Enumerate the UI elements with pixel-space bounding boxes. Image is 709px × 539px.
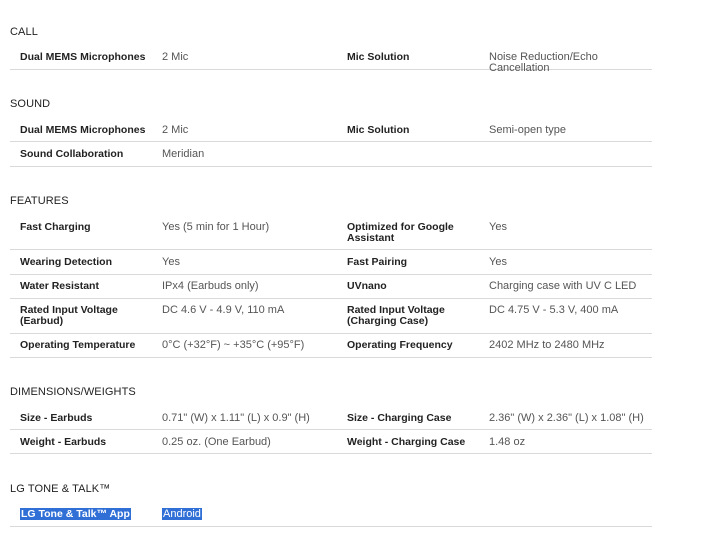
- spec-label: Rated Input Voltage (Earbud): [20, 304, 118, 327]
- spec-row: Sound Collaboration Meridian: [10, 142, 652, 167]
- spec-label: Rated Input Voltage (Charging Case): [347, 304, 445, 327]
- spec-row: Operating Temperature 0°C (+32°F) ~ +35°…: [10, 334, 652, 358]
- spec-value: Yes: [162, 256, 180, 268]
- spec-row: Dual MEMS Microphones 2 Mic Mic Solution…: [10, 44, 652, 74]
- section-title-sound: SOUND: [10, 98, 51, 110]
- spec-value: Yes: [489, 256, 507, 268]
- spec-value: 2 Mic: [162, 124, 189, 136]
- spec-value: Yes: [489, 221, 507, 233]
- spec-value: Meridian: [162, 148, 205, 160]
- spec-value: Charging case with UV C LED: [489, 280, 637, 292]
- section-title-tone-talk: LG TONE & TALK™: [10, 483, 111, 495]
- spec-label: Fast Charging: [20, 221, 91, 233]
- spec-value: DC 4.6 V - 4.9 V, 110 mA: [162, 304, 285, 316]
- spec-label: Sound Collaboration: [20, 148, 124, 160]
- spec-value: 2.36" (W) x 2.36" (L) x 1.08" (H): [489, 412, 644, 424]
- spec-value: IPx4 (Earbuds only): [162, 280, 259, 292]
- section-title-call: CALL: [10, 26, 38, 38]
- spec-value: 2 Mic: [162, 51, 189, 63]
- spec-row: Weight - Earbuds 0.25 oz. (One Earbud) W…: [10, 430, 652, 454]
- spec-label-selected: LG Tone & Talk™ App: [20, 508, 131, 520]
- spec-row: Water Resistant IPx4 (Earbuds only) UVna…: [10, 275, 652, 299]
- spec-label: Mic Solution: [347, 124, 410, 136]
- spec-row: Size - Earbuds 0.71" (W) x 1.11" (L) x 0…: [10, 405, 652, 430]
- selected-text: Android: [162, 508, 202, 520]
- spec-label: Weight - Charging Case: [347, 436, 466, 448]
- spec-label: Dual MEMS Microphones: [20, 124, 146, 136]
- spec-label: Dual MEMS Microphones: [20, 51, 146, 63]
- spec-label: Wearing Detection: [20, 256, 112, 268]
- spec-label: Weight - Earbuds: [20, 436, 107, 448]
- spec-label: Optimized for Google Assistant: [347, 221, 454, 244]
- spec-value: 0.71" (W) x 1.11" (L) x 0.9" (H): [162, 412, 310, 424]
- spec-label: Water Resistant: [20, 280, 99, 292]
- spec-row: LG Tone & Talk™ App Android: [10, 502, 652, 527]
- spec-value: DC 4.75 V - 5.3 V, 400 mA: [489, 304, 619, 316]
- selected-text: LG Tone & Talk™ App: [20, 508, 131, 520]
- section-title-dimensions: DIMENSIONS/WEIGHTS: [10, 386, 136, 398]
- spec-value: Yes (5 min for 1 Hour): [162, 221, 270, 233]
- spec-label: UVnano: [347, 280, 387, 292]
- spec-value: 1.48 oz: [489, 436, 526, 448]
- spec-row: Rated Input Voltage (Earbud) DC 4.6 V - …: [10, 299, 652, 334]
- spec-label: Operating Temperature: [20, 339, 136, 351]
- spec-label: Size - Earbuds: [20, 412, 93, 424]
- spec-row: Fast Charging Yes (5 min for 1 Hour) Opt…: [10, 213, 652, 250]
- spec-row: Wearing Detection Yes Fast Pairing Yes: [10, 250, 652, 275]
- spec-label: Operating Frequency: [347, 339, 453, 351]
- section-title-features: FEATURES: [10, 195, 69, 207]
- spec-value: Noise Reduction/Echo Cancellation: [489, 51, 598, 74]
- spec-row: Dual MEMS Microphones 2 Mic Mic Solution…: [10, 117, 652, 142]
- spec-value-selected: Android: [162, 508, 202, 520]
- spec-label: Size - Charging Case: [347, 412, 452, 424]
- spec-value: 0.25 oz. (One Earbud): [162, 436, 271, 448]
- spec-value: 0°C (+32°F) ~ +35°C (+95°F): [162, 339, 305, 351]
- spec-value: Semi-open type: [489, 124, 567, 136]
- spec-value: 2402 MHz to 2480 MHz: [489, 339, 605, 351]
- spec-label: Fast Pairing: [347, 256, 408, 268]
- spec-label: Mic Solution: [347, 51, 410, 63]
